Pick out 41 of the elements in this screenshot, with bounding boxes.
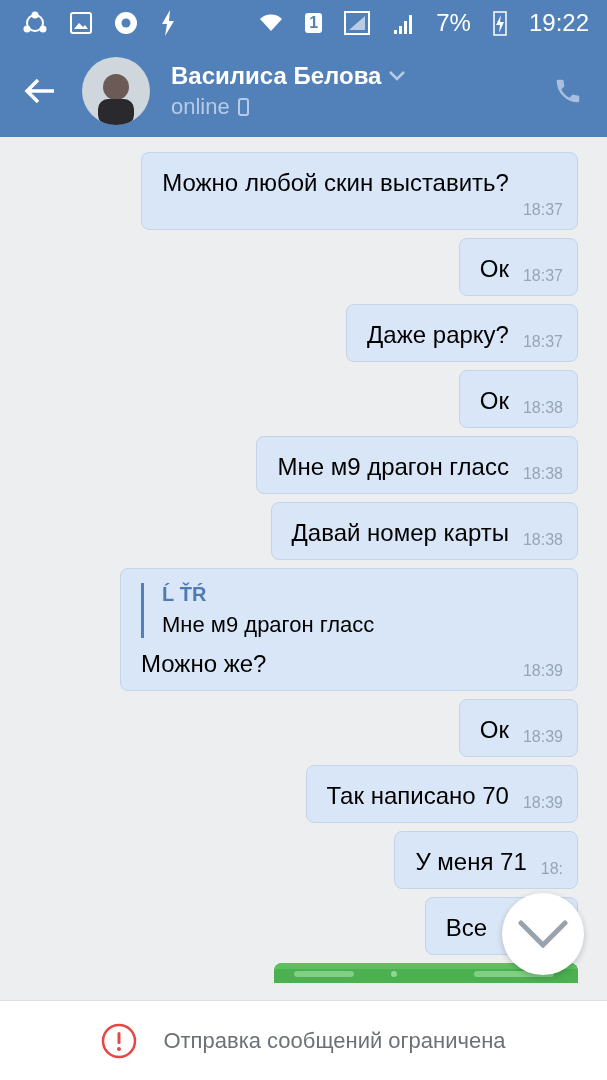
phone-device-icon <box>237 98 249 116</box>
message-text: Ок <box>479 715 509 745</box>
image-icon <box>70 11 92 34</box>
message-text: Давай номер карты <box>291 518 509 548</box>
contact-name: Василиса Белова <box>171 62 382 90</box>
message-time: 18:39 <box>522 728 563 746</box>
message-text: Все <box>445 913 487 943</box>
quote-text: Мне м9 драгон гласс <box>162 612 376 638</box>
sim-badge: 1 <box>305 12 323 33</box>
bolt-icon <box>160 9 176 36</box>
message-text: Можно любой скин выставить? <box>162 168 509 198</box>
warning-icon <box>101 1022 138 1059</box>
signal-icon <box>344 10 371 35</box>
scroll-down-button[interactable] <box>502 893 584 975</box>
message-time: 18:37 <box>521 201 563 219</box>
browser-icon <box>114 10 138 35</box>
clock: 19:22 <box>528 8 589 37</box>
message-text: Так написано 70 <box>326 781 509 811</box>
message-text: Можно же? <box>141 649 267 679</box>
message-text: У меня 71 <box>415 847 527 877</box>
message-time: 18:39 <box>522 794 563 812</box>
message-time: 18:38 <box>522 531 563 549</box>
restriction-notice: Отправка сообщений ограничена <box>163 1027 506 1054</box>
battery-icon <box>492 9 507 36</box>
message-time: 18:39 <box>522 662 563 680</box>
message-time: 18: <box>540 860 563 878</box>
message-time: 18:38 <box>522 399 563 417</box>
message-time: 18:37 <box>522 333 563 351</box>
battery-percent: 7% <box>436 8 471 37</box>
message-time: 18:38 <box>522 465 563 483</box>
share-icon <box>22 10 48 35</box>
message-text: Мне м9 драгон гласс <box>277 452 509 482</box>
chevron-down-icon[interactable] <box>389 71 406 81</box>
back-icon[interactable] <box>24 77 56 105</box>
chevron-down-icon <box>518 920 568 948</box>
message-text: Даже рарку? <box>367 320 509 350</box>
quote-author: Ĺ ŤŔ <box>162 583 208 606</box>
message-text: Ок <box>479 254 509 284</box>
message-time: 18:37 <box>522 267 563 285</box>
message-text: Ок <box>479 386 509 416</box>
online-status: online <box>171 94 230 120</box>
